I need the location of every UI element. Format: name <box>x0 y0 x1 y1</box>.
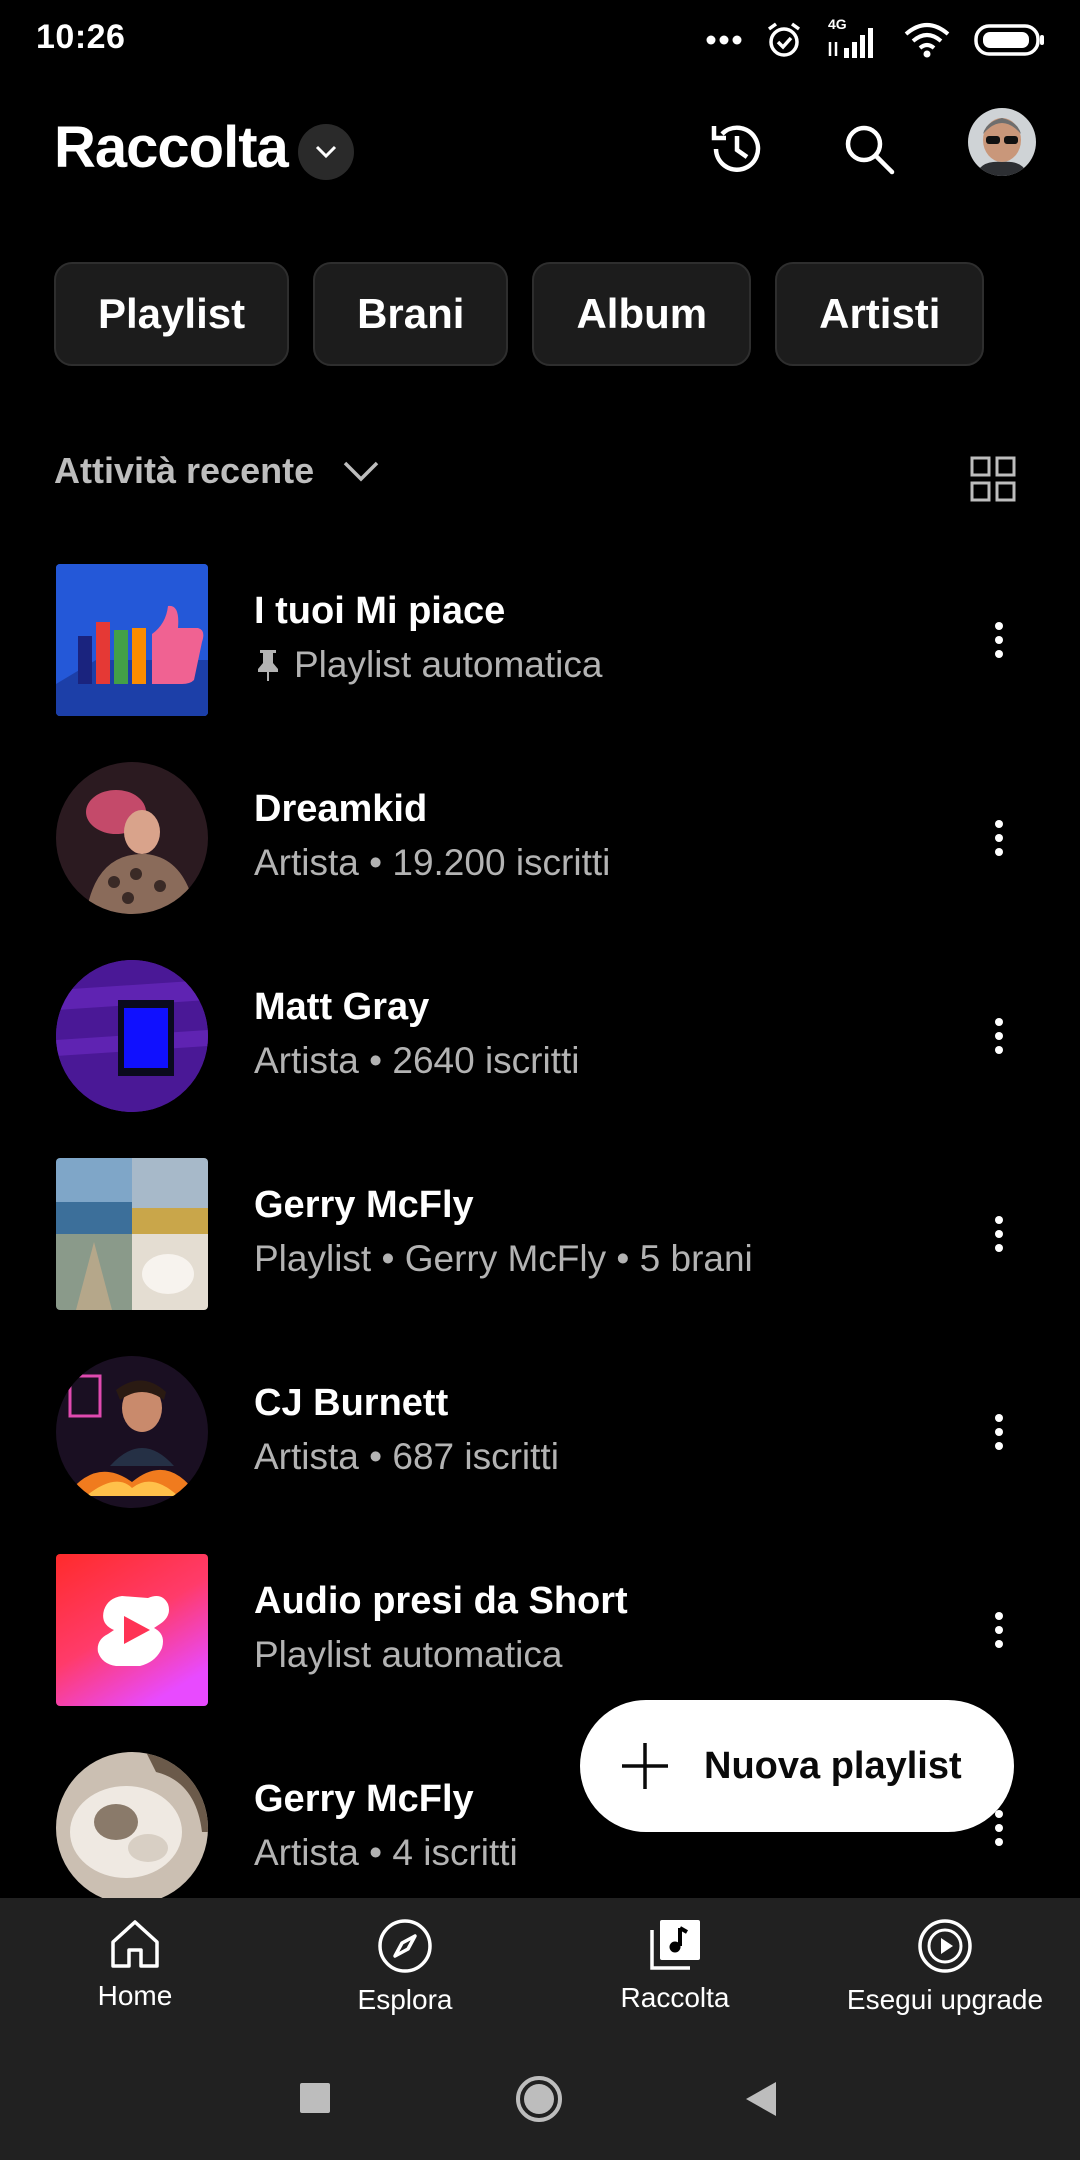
pin-icon <box>258 650 278 681</box>
item-title: Gerry McFly <box>254 1184 474 1226</box>
more-vertical-icon <box>995 1216 1003 1252</box>
list-item[interactable]: Audio presi da Short Playlist automatica <box>0 1550 1080 1710</box>
item-thumbnail <box>56 960 208 1112</box>
item-thumbnail <box>56 1554 208 1706</box>
list-item[interactable]: I tuoi Mi piace Playlist automatica <box>0 560 1080 720</box>
more-dots-icon <box>706 35 742 45</box>
more-vertical-icon <box>995 1612 1003 1648</box>
item-title: Dreamkid <box>254 788 428 830</box>
nav-explore-label: Esplora <box>357 1984 453 2015</box>
list-item[interactable]: Matt Gray Artista • 2640 iscritti <box>0 956 1080 1116</box>
chevron-down-icon <box>315 145 337 159</box>
more-options-button[interactable] <box>976 610 1022 670</box>
item-subtitle: Artista • 4 iscritti <box>254 1832 518 1873</box>
item-title: Matt Gray <box>254 986 430 1028</box>
more-vertical-icon <box>995 622 1003 658</box>
chip-playlist[interactable]: Playlist <box>54 262 290 366</box>
item-thumbnail <box>56 1752 208 1904</box>
new-playlist-label: Nuova playlist <box>704 1744 962 1787</box>
item-subtitle: Playlist • Gerry McFly • 5 brani <box>254 1238 753 1279</box>
item-subtitle: Playlist automatica <box>254 644 602 686</box>
sort-dropdown[interactable]: Attività recente <box>54 450 380 492</box>
history-button[interactable] <box>692 104 782 194</box>
account-avatar[interactable] <box>968 108 1036 176</box>
chip-album[interactable]: Album <box>532 262 752 366</box>
chip-brani[interactable]: Brani <box>313 262 509 366</box>
grid-icon <box>970 456 1016 502</box>
item-subtitle: Playlist automatica <box>254 1634 563 1675</box>
library-switch-button[interactable] <box>298 124 354 180</box>
history-icon <box>711 125 761 172</box>
bottom-navigation: Home Esplora Raccolta Esegui upgrade <box>0 1898 1080 2040</box>
nav-upgrade[interactable]: Esegui upgrade <box>810 1918 1080 2016</box>
circle-icon <box>516 2076 562 2122</box>
page-title: Raccolta <box>54 115 289 180</box>
play-circle-icon <box>918 1919 972 1973</box>
status-icons: 4G <box>706 16 1046 62</box>
back-triangle-icon <box>746 2082 776 2116</box>
item-subtitle: Artista • 2640 iscritti <box>254 1040 580 1081</box>
chevron-down-icon <box>343 461 379 482</box>
item-thumbnail <box>56 564 208 716</box>
avatar-image <box>968 108 1036 176</box>
sort-label: Attività recente <box>54 450 315 491</box>
grid-view-button[interactable] <box>970 456 1022 508</box>
wifi-icon <box>904 23 950 58</box>
nav-home[interactable]: Home <box>0 1918 270 2012</box>
plus-icon <box>622 1743 668 1789</box>
item-subtitle: Artista • 19.200 iscritti <box>254 842 611 883</box>
nav-explore[interactable]: Esplora <box>270 1918 540 2016</box>
home-system-button[interactable] <box>514 2074 564 2124</box>
item-thumbnail <box>56 762 208 914</box>
library-icon <box>650 1920 700 1970</box>
chip-artisti[interactable]: Artisti <box>775 262 985 366</box>
list-item[interactable]: Dreamkid Artista • 19.200 iscritti <box>0 758 1080 918</box>
list-item[interactable]: CJ Burnett Artista • 687 iscritti <box>0 1352 1080 1512</box>
square-icon <box>300 2083 330 2113</box>
back-system-button[interactable] <box>744 2080 778 2118</box>
search-button[interactable] <box>824 104 914 194</box>
status-bar: 10:26 4G <box>0 0 1080 80</box>
recents-button[interactable] <box>298 2081 332 2115</box>
nav-home-label: Home <box>97 1980 173 2011</box>
nav-library-label: Raccolta <box>620 1982 730 2013</box>
system-navigation-bar <box>0 2040 1080 2160</box>
more-vertical-icon <box>995 1810 1003 1846</box>
more-vertical-icon <box>995 1018 1003 1054</box>
item-title: I tuoi Mi piace <box>254 590 506 632</box>
item-title: Audio presi da Short <box>254 1580 628 1622</box>
status-time: 10:26 <box>36 18 126 56</box>
item-title: Gerry McFly <box>254 1778 474 1820</box>
more-options-button[interactable] <box>976 1402 1022 1462</box>
item-thumbnail <box>56 1158 208 1310</box>
home-icon <box>111 1920 159 1968</box>
compass-icon <box>378 1919 432 1973</box>
new-playlist-button[interactable]: Nuova playlist <box>580 1700 1014 1832</box>
list-item[interactable]: Gerry McFly Playlist • Gerry McFly • 5 b… <box>0 1154 1080 1314</box>
item-subtitle-text: Playlist automatica <box>294 644 603 685</box>
item-title: CJ Burnett <box>254 1382 449 1424</box>
more-options-button[interactable] <box>976 1006 1022 1066</box>
search-icon <box>845 125 895 175</box>
item-subtitle: Artista • 687 iscritti <box>254 1436 559 1477</box>
nav-upgrade-label: Esegui upgrade <box>846 1984 1044 2015</box>
more-options-button[interactable] <box>976 1600 1022 1660</box>
app-header: Raccolta <box>0 100 1080 210</box>
network-signal-icon: 4G <box>826 16 880 60</box>
more-vertical-icon <box>995 1414 1003 1450</box>
more-vertical-icon <box>995 820 1003 856</box>
battery-icon <box>974 24 1044 56</box>
more-options-button[interactable] <box>976 808 1022 868</box>
nav-library[interactable]: Raccolta <box>540 1918 810 2014</box>
filter-chips: Playlist Brani Album Artisti <box>54 262 985 366</box>
alarm-icon <box>767 22 801 57</box>
item-thumbnail <box>56 1356 208 1508</box>
more-options-button[interactable] <box>976 1204 1022 1264</box>
